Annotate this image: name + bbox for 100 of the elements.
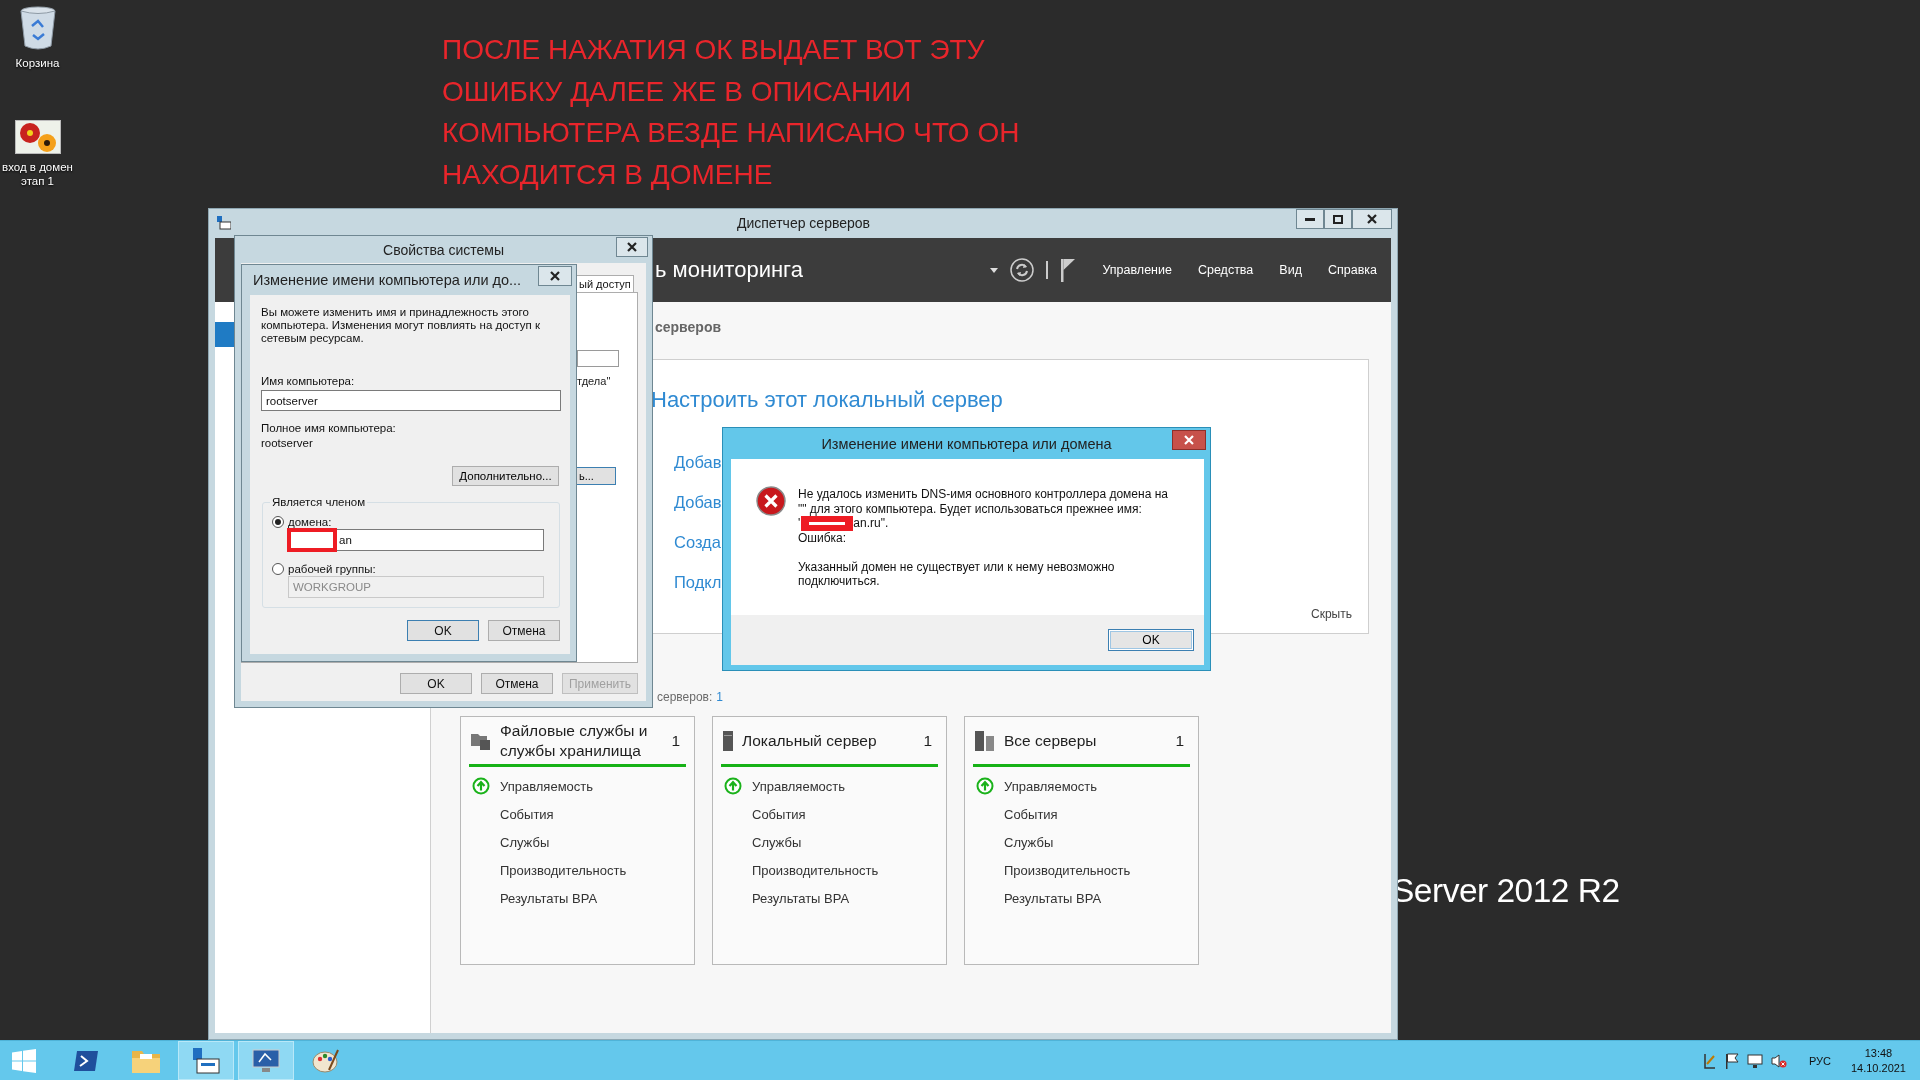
speaker-muted-icon[interactable] xyxy=(1770,1052,1787,1069)
close-icon xyxy=(1367,214,1377,224)
change-button[interactable]: ь... xyxy=(574,467,616,485)
tile-row-link[interactable]: Результаты BPA xyxy=(1004,890,1102,906)
window-title: Диспетчер серверов xyxy=(736,215,871,231)
close-button[interactable] xyxy=(616,237,648,257)
maximize-icon xyxy=(1333,214,1343,224)
tile-row-link[interactable]: Службы xyxy=(1004,834,1054,850)
welcome-heading: серверов xyxy=(655,319,723,335)
field-label: Полное имя компьютера: xyxy=(261,422,397,434)
dialog-title: Изменение имени компьютера или домена xyxy=(820,435,1113,452)
membership-field[interactable]: an xyxy=(288,529,544,551)
dialog-button[interactable]: Отмена xyxy=(481,673,553,694)
close-icon xyxy=(1184,435,1194,445)
tile-row-link[interactable]: События xyxy=(1004,806,1058,822)
clock[interactable]: 13:48 14.10.2021 xyxy=(1850,1045,1906,1076)
radio-button[interactable] xyxy=(272,563,284,575)
dialog-button[interactable]: Отмена xyxy=(488,620,560,641)
refresh-icon[interactable] xyxy=(1010,258,1035,282)
maximize-button[interactable] xyxy=(1324,209,1352,229)
close-icon xyxy=(627,242,637,252)
dialog-button[interactable]: OK xyxy=(400,673,472,694)
dialog-title: Изменение имени компьютера или до... xyxy=(253,272,522,288)
group-legend: Является членом xyxy=(270,496,368,508)
description-text: тдела" xyxy=(577,375,612,387)
quick-start-title: Настроить этот локальный сервер xyxy=(651,387,1004,413)
old-name-text: an.ru". xyxy=(853,516,889,531)
more-button[interactable]: Дополнительно... xyxy=(452,466,559,486)
terminal-icon xyxy=(73,1049,99,1072)
quick-start-link[interactable]: Созда xyxy=(674,531,721,553)
menu-item[interactable]: Управление xyxy=(1102,263,1172,277)
flag-icon[interactable] xyxy=(1060,258,1077,282)
hide-link[interactable]: Скрыть xyxy=(1311,607,1352,621)
app-icon xyxy=(217,216,231,230)
error-label: Ошибка: xyxy=(798,531,848,546)
radio-button[interactable] xyxy=(272,516,284,528)
quick-start-link[interactable]: Подкл xyxy=(674,571,722,593)
quick-start-link[interactable]: Добав xyxy=(674,451,722,473)
taskbar-app-button[interactable] xyxy=(178,1041,234,1080)
error-detail: Указанный домен не существует или к нему невозможно подключиться. xyxy=(798,559,1116,589)
monitor-icon xyxy=(251,1047,281,1074)
tile-title[interactable]: Локальный сервер xyxy=(742,730,892,751)
field-label: Имя компьютера: xyxy=(261,375,356,387)
tab[interactable]: ый доступ xyxy=(574,275,634,292)
language-indicator[interactable]: РУС xyxy=(1808,1054,1831,1067)
tile-row-link[interactable]: События xyxy=(752,806,806,822)
tile-row-link[interactable]: Результаты BPA xyxy=(752,890,850,906)
menu-item[interactable]: Средства xyxy=(1197,263,1254,277)
clock-time: 13:48 xyxy=(1864,1045,1893,1061)
desktop-icon-label[interactable]: вход в домен этап 1 xyxy=(0,160,75,188)
redaction-mark xyxy=(287,528,337,552)
tile-row-link[interactable]: Службы xyxy=(500,834,550,850)
tile-row-link[interactable]: Производительность xyxy=(1004,862,1131,878)
recycle-bin-icon[interactable] xyxy=(19,6,56,50)
redaction-mark xyxy=(801,516,854,531)
intro-text: Вы можете изменить имя и принадлежность этого компьютера. Изменения могут повлиять на доступ к сетевым ресурсам. xyxy=(261,306,541,345)
tile-count: 1 xyxy=(671,731,680,750)
menu-item[interactable]: Справка xyxy=(1327,263,1377,277)
flag-icon[interactable] xyxy=(1724,1052,1739,1069)
close-icon xyxy=(550,271,560,281)
flower-image-icon[interactable] xyxy=(14,120,61,154)
taskbar-app-button[interactable] xyxy=(238,1041,294,1080)
close-button[interactable] xyxy=(1172,430,1206,450)
input-field[interactable] xyxy=(577,350,619,367)
network-icon[interactable] xyxy=(1746,1052,1763,1069)
servers-label: серверов: xyxy=(657,690,713,704)
tile-title[interactable]: Все серверы xyxy=(1004,730,1154,751)
breadcrumb-title: ь мониторинга xyxy=(655,257,803,283)
dialog-title: Свойства системы xyxy=(382,241,505,258)
tile-row-link[interactable]: Управляемость xyxy=(500,778,594,794)
tile-row-link[interactable]: Службы xyxy=(752,834,802,850)
computer-name-field[interactable]: rootserver xyxy=(261,390,561,411)
desktop-icon-label[interactable]: Корзина xyxy=(0,56,75,70)
server-icon xyxy=(723,730,733,751)
dialog-button[interactable]: OK xyxy=(407,620,479,641)
radio-label[interactable]: домена: xyxy=(288,516,332,528)
tile-row-link[interactable]: Результаты BPA xyxy=(500,890,598,906)
tile-row-link[interactable]: Производительность xyxy=(752,862,879,878)
tile-title[interactable]: Файловые службы и службы хранилища xyxy=(500,720,650,761)
clock-date: 14.10.2021 xyxy=(1850,1060,1906,1076)
dropdown-caret-icon[interactable] xyxy=(990,267,999,273)
tile-row-link[interactable]: Управляемость xyxy=(1004,778,1098,794)
ok-button[interactable]: OK xyxy=(1108,629,1194,651)
error-icon xyxy=(756,486,786,516)
tile-row-link[interactable]: Производительность xyxy=(500,862,627,878)
minimize-button[interactable] xyxy=(1296,209,1324,229)
tile-row-link[interactable]: События xyxy=(500,806,554,822)
full-name-text: rootserver xyxy=(261,437,314,449)
windows-logo-icon xyxy=(12,1048,36,1073)
menu-item[interactable]: Вид xyxy=(1279,263,1302,277)
quote-text: ' xyxy=(798,516,801,531)
separator-icon xyxy=(1046,261,1049,279)
quick-start-link[interactable]: Добав xyxy=(674,491,722,513)
close-button[interactable] xyxy=(1352,209,1392,229)
close-button[interactable] xyxy=(538,266,572,286)
annotation-text: ПОСЛЕ НАЖАТИЯ ОК ВЫДАЕТ ВОТ ЭТУ ОШИБКУ ДАЛЕЕ ЖЕ В ОПИСАНИИ КОМПЬЮТЕРА ВЕЗДЕ НАПИСАНО ЧТО ОН НАХОДИТСЯ В ДОМЕНЕ xyxy=(442,33,1020,192)
tile-row-link[interactable]: Управляемость xyxy=(752,778,846,794)
palette-icon xyxy=(312,1047,340,1074)
radio-label[interactable]: рабочей группы: xyxy=(288,563,376,575)
ink-icon[interactable] xyxy=(1702,1052,1717,1069)
